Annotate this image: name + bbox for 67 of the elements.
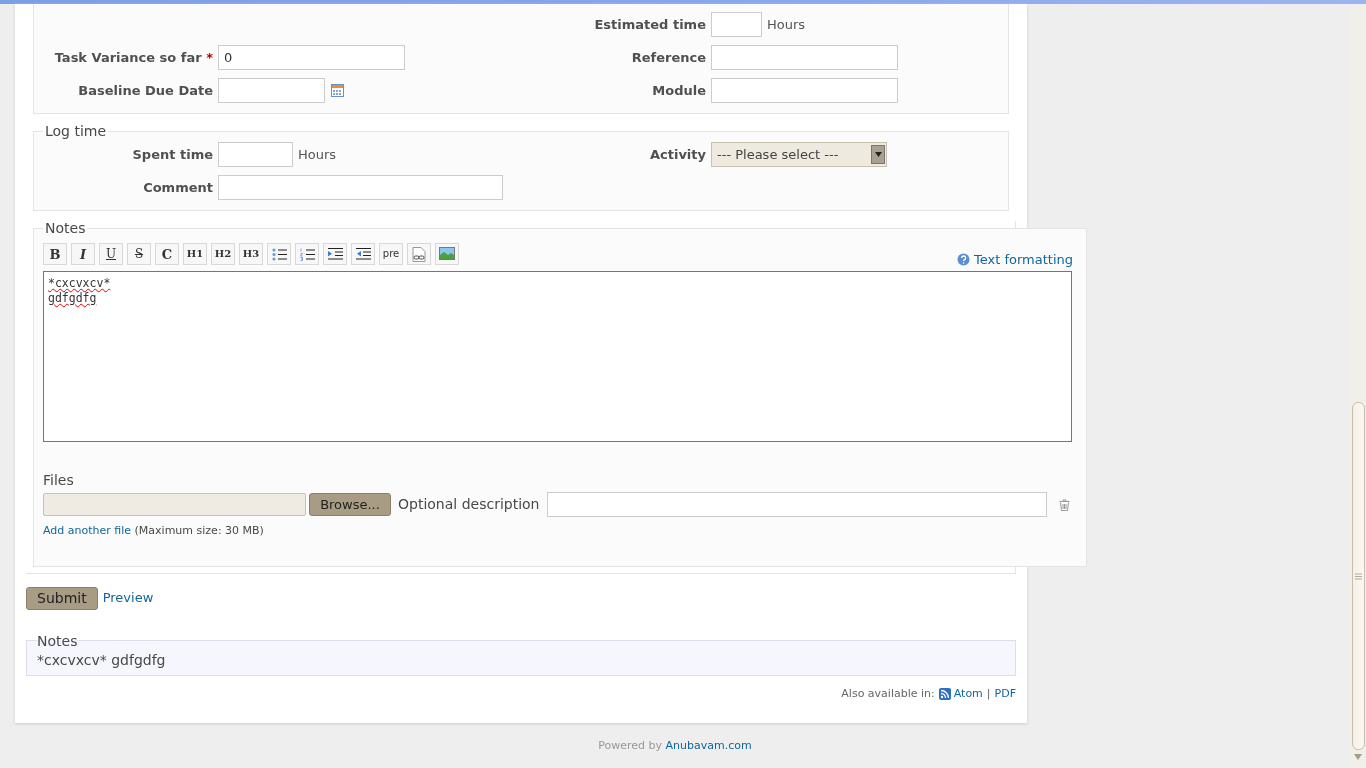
help-icon — [957, 252, 970, 266]
italic-button[interactable]: I — [71, 243, 95, 265]
preformatted-button[interactable]: pre — [379, 243, 403, 265]
link-button[interactable] — [407, 243, 431, 265]
files-label: Files — [43, 471, 75, 490]
strikethrough-button[interactable]: S — [127, 243, 151, 265]
input-field[interactable] — [711, 78, 898, 103]
heading-button[interactable]: H2 — [211, 243, 235, 265]
code-button[interactable]: C — [155, 243, 179, 265]
format-link[interactable]: PDF — [994, 685, 1016, 702]
help-link[interactable]: Text formatting — [957, 249, 1073, 269]
separator: | — [986, 685, 991, 702]
input-field[interactable] — [711, 45, 898, 70]
browse-button[interactable]: Browse... — [309, 493, 391, 516]
caret-icon — [874, 152, 882, 157]
field-label: Comment — [142, 178, 214, 197]
footer-link[interactable]: Anubavam.com — [665, 739, 752, 752]
input-field[interactable] — [218, 78, 325, 103]
feed-icon — [938, 687, 951, 700]
section-legend: Log time — [43, 124, 109, 138]
input-field[interactable] — [218, 142, 293, 167]
format-link[interactable]: Atom — [938, 685, 983, 702]
bold-button[interactable]: B — [43, 243, 67, 265]
unit-label: Hours — [298, 145, 337, 164]
heading-button[interactable]: H3 — [239, 243, 263, 265]
picture-icon — [438, 246, 456, 262]
outdent-icon — [354, 246, 372, 262]
indent-button[interactable] — [323, 243, 347, 265]
unit-label: Hours — [767, 15, 806, 34]
field-label: Task Variance so far * — [53, 48, 214, 67]
activity-select[interactable]: --- Please select --- — [711, 142, 887, 167]
field-label: Module — [651, 81, 707, 100]
size-hint: (Maximum size: 30 MB) — [134, 524, 264, 537]
list-icon — [270, 246, 288, 262]
indent-icon — [326, 246, 344, 262]
file-field[interactable] — [43, 493, 306, 516]
footer-text: Powered by — [598, 739, 663, 752]
input-field[interactable] — [218, 175, 503, 200]
section-legend: Notes — [43, 221, 88, 235]
field-label: Baseline Due Date — [77, 81, 214, 100]
scrollbar[interactable] — [1350, 4, 1366, 768]
calendar-icon — [331, 84, 344, 97]
image-button[interactable] — [435, 243, 459, 265]
add-file-link[interactable]: Add another file — [43, 524, 132, 537]
field-label: Activity — [648, 145, 707, 164]
outdent-button[interactable] — [351, 243, 375, 265]
field-label: Estimated time — [593, 15, 707, 34]
underline-button[interactable]: U — [99, 243, 123, 265]
input-field[interactable]: 0 — [218, 45, 405, 70]
notes-editor[interactable]: *cxcvxcv* gdfgdfg — [43, 271, 1072, 442]
field-label: Reference — [630, 48, 707, 67]
submit-button[interactable]: Submit — [26, 586, 98, 610]
formats-label: Also available in: — [841, 685, 935, 702]
document-link-icon — [410, 246, 428, 262]
bulleted-list-button[interactable] — [267, 243, 291, 265]
heading-button[interactable]: H1 — [183, 243, 207, 265]
preview-link[interactable]: Preview — [102, 588, 154, 608]
description-field[interactable] — [547, 492, 1048, 517]
field-label: Spent time — [131, 145, 214, 164]
scroll-down-icon[interactable] — [1354, 754, 1362, 760]
preview-text: *cxcvxcv* gdfgdfg — [37, 650, 167, 670]
scrollbar-thumb[interactable] — [1352, 402, 1365, 750]
trash-icon[interactable] — [1059, 498, 1071, 511]
section-legend: Notes — [37, 633, 78, 648]
description-label: Optional description — [398, 495, 540, 514]
list-icon — [298, 246, 316, 262]
input-field[interactable] — [711, 12, 762, 37]
